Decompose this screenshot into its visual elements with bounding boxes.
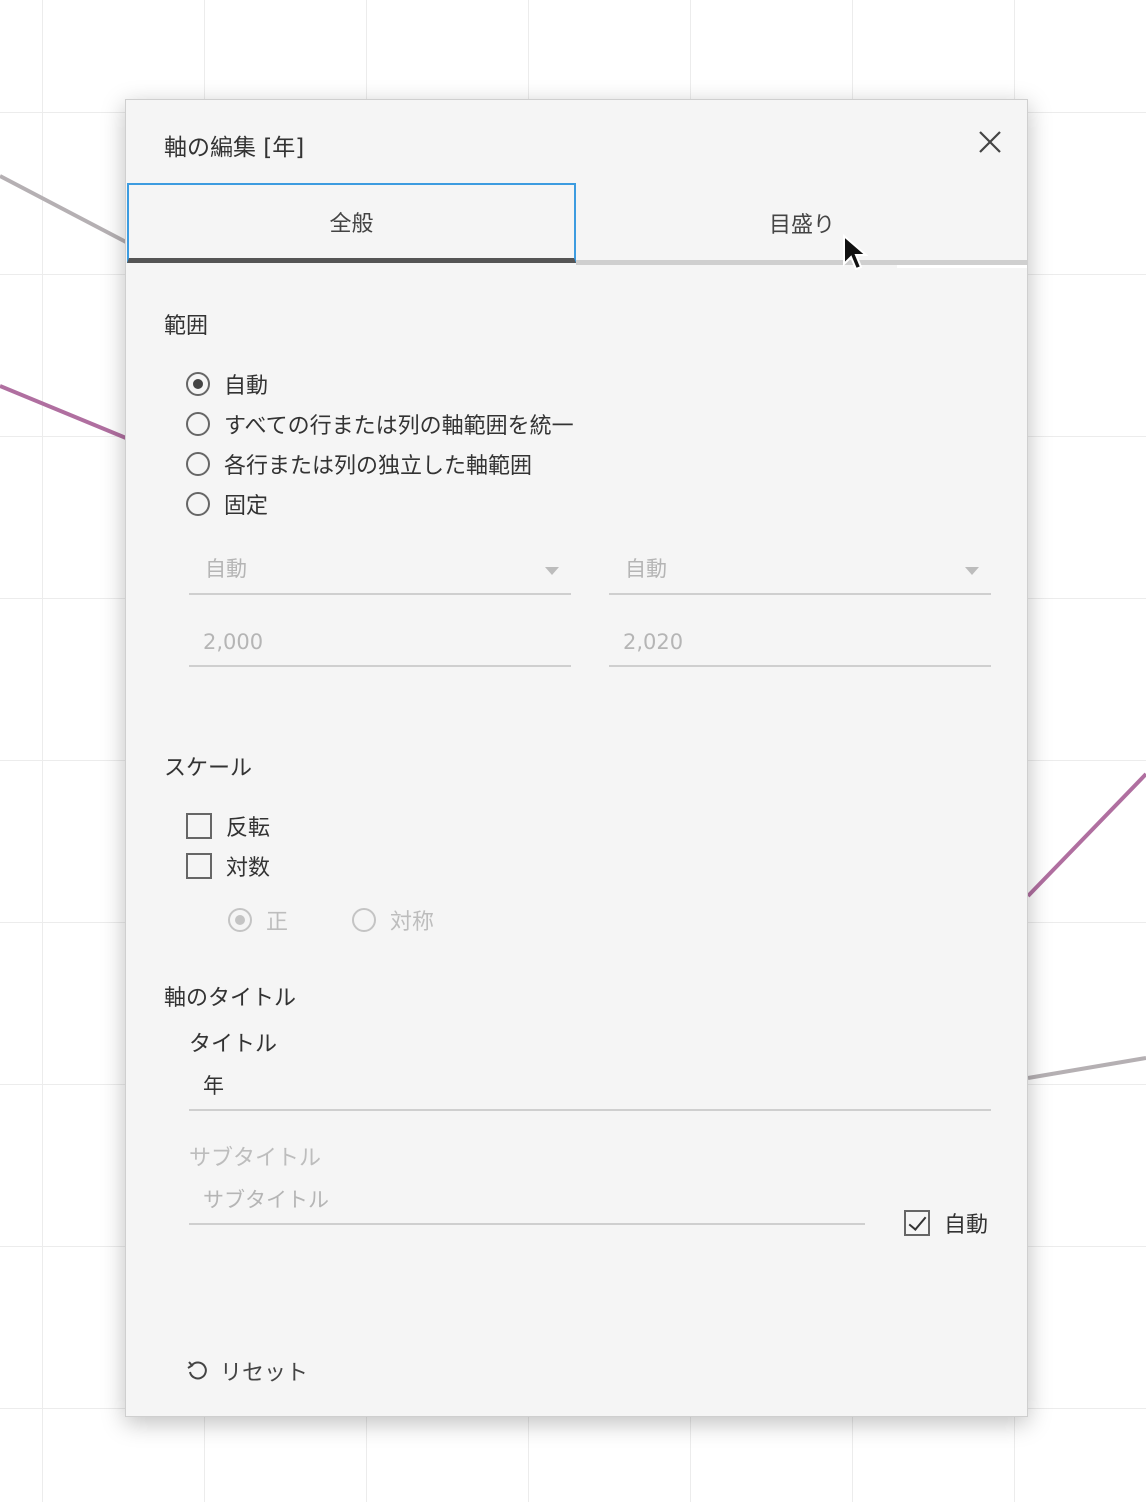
caret-down-icon bbox=[965, 567, 979, 575]
radio-button[interactable] bbox=[352, 908, 376, 932]
range-section-title: 範囲 bbox=[164, 314, 209, 339]
subtitle-auto-label: 自動 bbox=[944, 1213, 989, 1238]
range-min-input[interactable]: 2,000 bbox=[189, 623, 571, 667]
reverse-checkbox[interactable] bbox=[186, 813, 212, 839]
title-label: タイトル bbox=[189, 1032, 278, 1057]
log-positive-option[interactable]: 正 bbox=[228, 904, 288, 936]
log-label: 対数 bbox=[226, 856, 271, 881]
radio-button[interactable] bbox=[186, 452, 210, 476]
purple-series-line-left bbox=[0, 384, 127, 440]
range-max-select[interactable]: 自動 bbox=[609, 551, 991, 595]
tab-general[interactable]: 全般 bbox=[127, 183, 576, 263]
reset-button[interactable]: リセット bbox=[186, 1355, 308, 1387]
tab-bar: 全般 目盛り bbox=[127, 183, 1028, 283]
radio-button[interactable] bbox=[186, 412, 210, 436]
axis-title-section-title: 軸のタイトル bbox=[164, 986, 297, 1011]
log-symmetric-option[interactable]: 対称 bbox=[352, 904, 434, 936]
range-min-select-value: 自動 bbox=[205, 557, 247, 581]
scale-section-title: スケール bbox=[164, 756, 253, 781]
range-option-label: 固定 bbox=[224, 494, 269, 519]
symmetric-label: 対称 bbox=[390, 910, 435, 935]
reset-label: リセット bbox=[220, 1361, 309, 1386]
range-option-uniform[interactable]: すべての行または列の軸範囲を統一 bbox=[186, 408, 574, 440]
range-option-label: 自動 bbox=[224, 374, 269, 399]
scale-log-option[interactable]: 対数 bbox=[186, 850, 270, 882]
range-max-input[interactable]: 2,020 bbox=[609, 623, 991, 667]
gray-series-line-right bbox=[1027, 1056, 1146, 1080]
title-input[interactable]: 年 bbox=[189, 1067, 991, 1111]
reverse-label: 反転 bbox=[226, 816, 271, 841]
cursor-icon bbox=[843, 234, 868, 271]
checkmark-icon[interactable] bbox=[904, 1210, 930, 1236]
log-checkbox[interactable] bbox=[186, 853, 212, 879]
edit-axis-dialog: 軸の編集 [年] 全般 目盛り 範囲 自動 すべての行または列の軸範囲を統一 各… bbox=[125, 99, 1028, 1417]
range-max-select-value: 自動 bbox=[625, 557, 667, 581]
dialog-title: 軸の編集 [年] bbox=[164, 135, 305, 161]
subtitle-auto-option[interactable]: 自動 bbox=[904, 1207, 988, 1239]
caret-down-icon bbox=[545, 567, 559, 575]
range-min-select[interactable]: 自動 bbox=[189, 551, 571, 595]
range-option-label: 各行または列の独立した軸範囲 bbox=[224, 454, 533, 479]
scale-reverse-option[interactable]: 反転 bbox=[186, 810, 270, 842]
subtitle-label: サブタイトル bbox=[189, 1146, 322, 1171]
radio-button[interactable] bbox=[186, 372, 210, 396]
purple-series-line-right bbox=[1026, 772, 1146, 898]
range-option-independent[interactable]: 各行または列の独立した軸範囲 bbox=[186, 448, 532, 480]
tab-ticks[interactable]: 目盛り bbox=[576, 183, 1028, 263]
gray-series-line-left bbox=[0, 174, 127, 244]
subtitle-input[interactable]: サブタイトル bbox=[189, 1181, 865, 1225]
tab-underline-gap bbox=[897, 265, 1027, 268]
range-option-fixed[interactable]: 固定 bbox=[186, 488, 268, 520]
radio-button[interactable] bbox=[186, 492, 210, 516]
reset-icon bbox=[187, 1361, 207, 1380]
positive-label: 正 bbox=[266, 910, 289, 935]
canvas: 軸の編集 [年] 全般 目盛り 範囲 自動 すべての行または列の軸範囲を統一 各… bbox=[0, 0, 1146, 1502]
close-icon[interactable] bbox=[976, 128, 1004, 156]
range-option-auto[interactable]: 自動 bbox=[186, 368, 268, 400]
range-option-label: すべての行または列の軸範囲を統一 bbox=[224, 414, 574, 439]
radio-button[interactable] bbox=[228, 908, 252, 932]
